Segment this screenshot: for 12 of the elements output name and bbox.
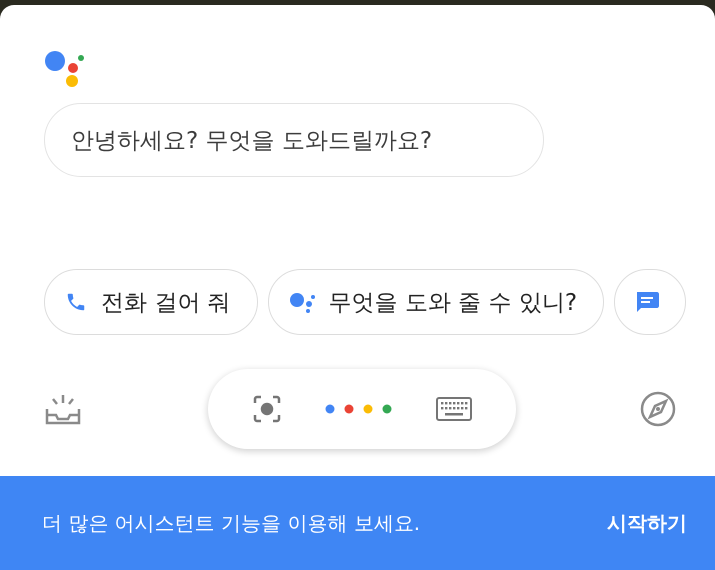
- keyboard-icon[interactable]: [436, 397, 472, 421]
- start-button[interactable]: 시작하기: [603, 506, 691, 540]
- lens-icon[interactable]: [252, 394, 282, 424]
- suggestion-chip[interactable]: 전화 걸어 줘: [44, 269, 258, 335]
- suggestion-chip[interactable]: 무엇을 도와 줄 수 있니?: [268, 269, 604, 335]
- phone-icon: [65, 291, 87, 313]
- promo-text: 더 많은 어시스턴트 기능을 이용해 보세요.: [42, 510, 420, 536]
- compass-icon[interactable]: [639, 390, 677, 428]
- greeting-bubble: 안녕하세요? 무엇을 도와드릴까요?: [44, 103, 544, 177]
- assistant-logo-icon: [44, 49, 86, 89]
- message-icon: [635, 291, 660, 313]
- assistant-icon: [288, 291, 315, 313]
